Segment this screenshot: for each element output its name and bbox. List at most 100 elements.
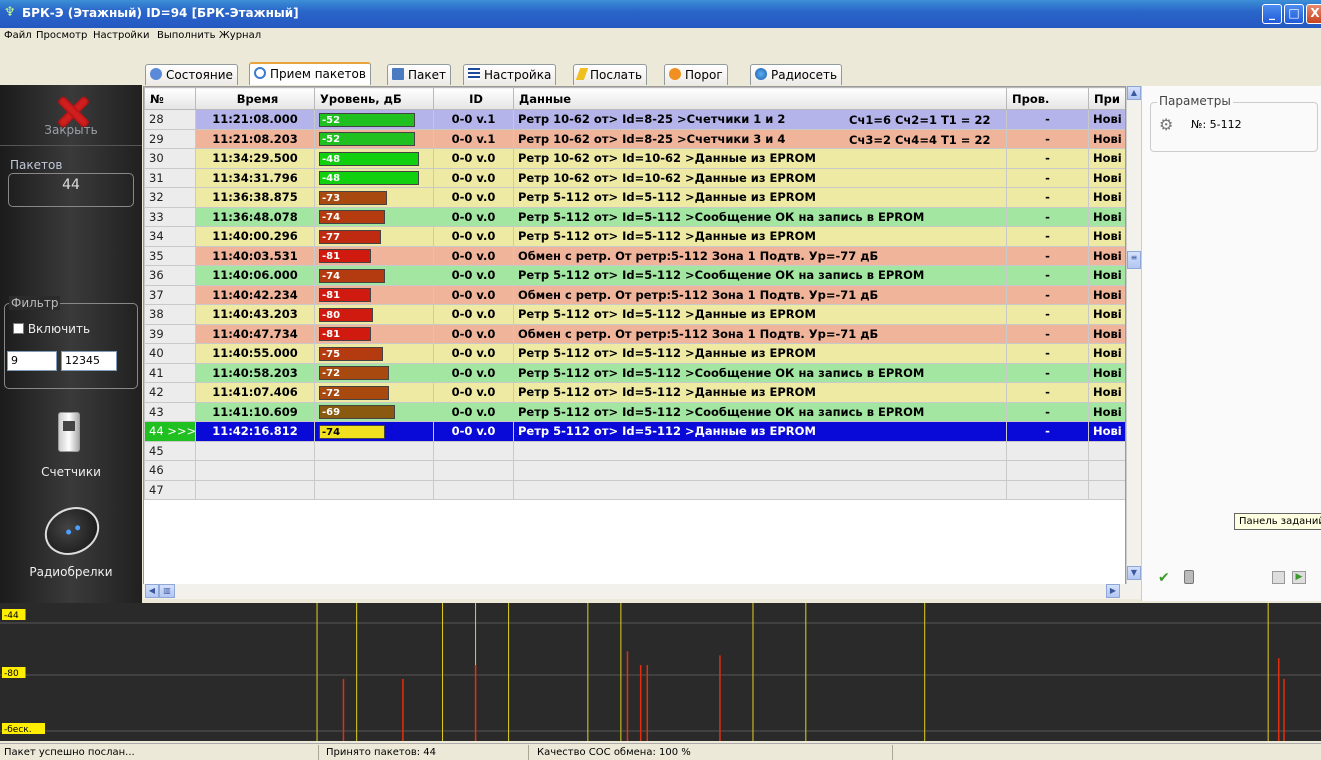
params-label: Параметры: [1157, 94, 1233, 108]
level-bar: -74: [319, 424, 385, 439]
table-row[interactable]: 36 11:40:06.000 -74 0-0 v.0 Ретр 5-112 от> I…: [144, 265, 1125, 286]
cell-num: 47: [144, 479, 196, 500]
cell-id: [433, 440, 514, 461]
close-window-button[interactable]: X: [1306, 4, 1321, 24]
scroll-up-icon[interactable]: ▲: [1127, 86, 1141, 100]
table-row[interactable]: 28 11:21:08.000 -52 0-0 v.1 Ретр 10-62 от> I…: [144, 109, 1125, 130]
col-header-pri[interactable]: При: [1088, 87, 1125, 110]
filter-enable-checkbox[interactable]: Включить: [13, 322, 90, 336]
cell-pri: [1088, 479, 1125, 500]
graph-label: -44: [2, 609, 26, 621]
hscroll-thumb[interactable]: ▥: [159, 584, 175, 598]
packets-grid[interactable]: № Время Уровень, дБ ID Данные Пров. При …: [143, 86, 1126, 598]
param-value[interactable]: №: 5-112: [1191, 118, 1242, 131]
cell-time: 11:40:03.531: [195, 245, 315, 266]
menu-settings[interactable]: Настройки: [93, 30, 149, 41]
data-text: Обмен с ретр. От ретр:5-112 Зона 1 Подтв…: [518, 287, 879, 302]
play-icon[interactable]: ▶: [1292, 571, 1306, 584]
table-row[interactable]: 44 >>> 11:42:16.812 -74 0-0 v.0 Ретр 5-112 о…: [144, 421, 1125, 442]
check-icon[interactable]: ✔: [1158, 570, 1170, 586]
close-label[interactable]: Закрыть: [0, 123, 142, 137]
cell-time: 11:40:06.000: [195, 265, 315, 286]
level-bar: -48: [319, 151, 419, 166]
stop-icon[interactable]: [1272, 571, 1285, 584]
menu-journal[interactable]: Журнал: [219, 30, 261, 41]
menu-view[interactable]: Просмотр: [36, 30, 87, 41]
graph-label-text: -80: [4, 669, 19, 679]
cell-pri: Нові: [1088, 362, 1125, 383]
table-row[interactable]: 29 11:21:08.203 -52 0-0 v.1 Ретр 10-62 от> I…: [144, 128, 1125, 149]
maximize-button[interactable]: □: [1284, 4, 1304, 24]
counters-label[interactable]: Счетчики: [0, 465, 142, 479]
meter-icon[interactable]: [1184, 570, 1194, 584]
radio-fobs-label[interactable]: Радиобрелки: [0, 565, 142, 579]
radio-fob-icon[interactable]: [36, 498, 108, 564]
cell-time: 11:21:08.203: [195, 128, 315, 149]
cell-data: Ретр 5-112 от> Id=5-112 >Данные из EPROM: [513, 226, 1007, 247]
col-header-data[interactable]: Данные: [513, 87, 1007, 110]
table-row[interactable]: 37 11:40:42.234 -81 0-0 v.0 Обмен с ретр. От…: [144, 284, 1125, 305]
cell-check: [1006, 479, 1089, 500]
filter-box: Фильтр Включить 9 12345: [4, 296, 138, 389]
menu-execute[interactable]: Выполнить: [157, 30, 216, 41]
cell-check: -: [1006, 323, 1089, 344]
scroll-right-icon[interactable]: ▶: [1106, 584, 1120, 598]
vertical-scrollbar[interactable]: ▲ ≡ ▼: [1126, 86, 1141, 598]
table-row[interactable]: 34 11:40:00.296 -77 0-0 v.0 Ретр 5-112 от> I…: [144, 226, 1125, 247]
tab-receive-packets[interactable]: Прием пакетов: [249, 62, 371, 85]
table-row[interactable]: 33 11:36:48.078 -74 0-0 v.0 Ретр 5-112 от> I…: [144, 206, 1125, 227]
tab-state[interactable]: Состояние: [145, 64, 238, 85]
cell-num: 34: [144, 226, 196, 247]
cell-id: 0-0 v.0: [433, 382, 514, 403]
cell-check: -: [1006, 421, 1089, 442]
counter-meter-icon[interactable]: [58, 412, 80, 452]
table-row[interactable]: 38 11:40:43.203 -80 0-0 v.0 Ретр 5-112 от> I…: [144, 304, 1125, 325]
table-row[interactable]: 40 11:40:55.000 -75 0-0 v.0 Ретр 5-112 от> I…: [144, 343, 1125, 364]
tab-send[interactable]: Послать: [573, 64, 648, 85]
table-row[interactable]: 47: [144, 479, 1125, 500]
table-row[interactable]: 30 11:34:29.500 -48 0-0 v.0 Ретр 10-62 от> I…: [144, 148, 1125, 169]
scroll-thumb[interactable]: ≡: [1127, 251, 1141, 269]
scroll-left-icon[interactable]: ◀: [145, 584, 159, 598]
status-received: Принято пакетов: 44: [326, 747, 437, 758]
filter-value1-input[interactable]: 9: [7, 351, 57, 371]
col-header-num[interactable]: №: [144, 87, 196, 110]
col-header-level[interactable]: Уровень, дБ: [314, 87, 434, 110]
table-row[interactable]: 42 11:41:07.406 -72 0-0 v.0 Ретр 5-112 от> I…: [144, 382, 1125, 403]
cell-data: Ретр 5-112 от> Id=5-112 >Сообщение ОК на…: [513, 362, 1007, 383]
col-header-check[interactable]: Пров.: [1006, 87, 1089, 110]
menu-file[interactable]: Файл: [4, 30, 32, 41]
tab-packet[interactable]: Пакет: [387, 64, 451, 85]
horizontal-scrollbar[interactable]: ◀ ▥ ▶: [143, 584, 1141, 599]
scroll-down-icon[interactable]: ▼: [1127, 566, 1141, 580]
table-row[interactable]: 35 11:40:03.531 -81 0-0 v.0 Обмен с ретр. От…: [144, 245, 1125, 266]
table-row[interactable]: 31 11:34:31.796 -48 0-0 v.0 Ретр 10-62 от> I…: [144, 167, 1125, 188]
table-row[interactable]: 41 11:40:58.203 -72 0-0 v.0 Ретр 5-112 от> I…: [144, 362, 1125, 383]
cell-id: 0-0 v.0: [433, 401, 514, 422]
cell-level: -48: [314, 148, 434, 169]
tab-settings[interactable]: Настройка: [463, 64, 557, 85]
cell-pri: Нові: [1088, 265, 1125, 286]
tab-radionet[interactable]: Радиосеть: [750, 64, 843, 85]
cell-level: -72: [314, 382, 434, 403]
table-row[interactable]: 45: [144, 440, 1125, 461]
cell-pri: Нові: [1088, 167, 1125, 188]
cell-time: 11:40:47.734: [195, 323, 315, 344]
checkbox-icon[interactable]: [13, 323, 24, 334]
col-header-time[interactable]: Время: [195, 87, 315, 110]
data-extra: Сч3=2 Сч4=4 Т1 = 22: [849, 132, 991, 147]
list-icon: [468, 68, 480, 80]
col-header-id[interactable]: ID: [433, 87, 514, 110]
cell-id: 0-0 v.0: [433, 421, 514, 442]
filter-value2-input[interactable]: 12345: [61, 351, 117, 371]
table-row[interactable]: 32 11:36:38.875 -73 0-0 v.0 Ретр 5-112 от> I…: [144, 187, 1125, 208]
minimize-button[interactable]: _: [1262, 4, 1282, 24]
packets-table: № Время Уровень, дБ ID Данные Пров. При …: [144, 87, 1125, 500]
table-row[interactable]: 43 11:41:10.609 -69 0-0 v.0 Ретр 5-112 от> I…: [144, 401, 1125, 422]
cell-check: -: [1006, 265, 1089, 286]
tab-threshold[interactable]: Порог: [664, 64, 728, 85]
cell-num: 40: [144, 343, 196, 364]
table-row[interactable]: 46: [144, 460, 1125, 481]
cell-level: [314, 479, 434, 500]
table-row[interactable]: 39 11:40:47.734 -81 0-0 v.0 Обмен с ретр. От…: [144, 323, 1125, 344]
